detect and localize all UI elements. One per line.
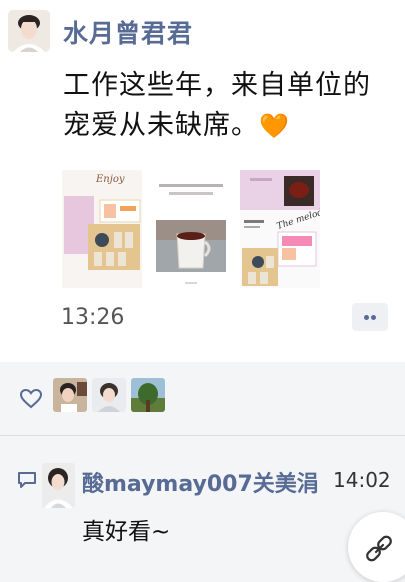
orange-heart-emoji: 🧡	[259, 112, 290, 140]
post-image-2[interactable]	[151, 170, 231, 288]
commenter-avatar[interactable]	[42, 463, 75, 508]
like-avatar[interactable]	[53, 378, 87, 412]
comment-time: 14:02	[333, 468, 391, 492]
more-dot-icon	[364, 315, 369, 320]
post-image-1[interactable]: Enjoy	[62, 170, 142, 288]
heart-outline-icon	[20, 389, 42, 409]
post-image-3[interactable]: The melody	[240, 170, 320, 288]
more-dot-icon	[371, 315, 376, 320]
like-avatar[interactable]	[131, 378, 165, 412]
interaction-panel: 酸maymay007关美涓 14:02 真好看~	[0, 362, 405, 582]
post-text: 工作这些年，来自单位的宠爱从未缺席。🧡	[63, 66, 393, 146]
commenter-name[interactable]: 酸maymay007关美涓	[82, 466, 319, 498]
post-time: 13:26	[61, 305, 125, 330]
like-avatar[interactable]	[92, 378, 126, 412]
author-avatar[interactable]	[8, 10, 50, 52]
more-actions-button[interactable]	[352, 303, 388, 331]
link-icon	[366, 535, 392, 562]
comment-icon	[18, 472, 36, 488]
post-body: 工作这些年，来自单位的宠爱从未缺席。	[63, 70, 371, 141]
post-image-1-caption: Enjoy	[96, 174, 125, 185]
divider	[0, 435, 405, 436]
comment-text: 真好看~	[82, 519, 171, 545]
moments-post: 水月曾君君 工作这些年，来自单位的宠爱从未缺席。🧡 Enjoy The melo…	[0, 0, 405, 360]
author-name[interactable]: 水月曾君君	[63, 14, 193, 50]
